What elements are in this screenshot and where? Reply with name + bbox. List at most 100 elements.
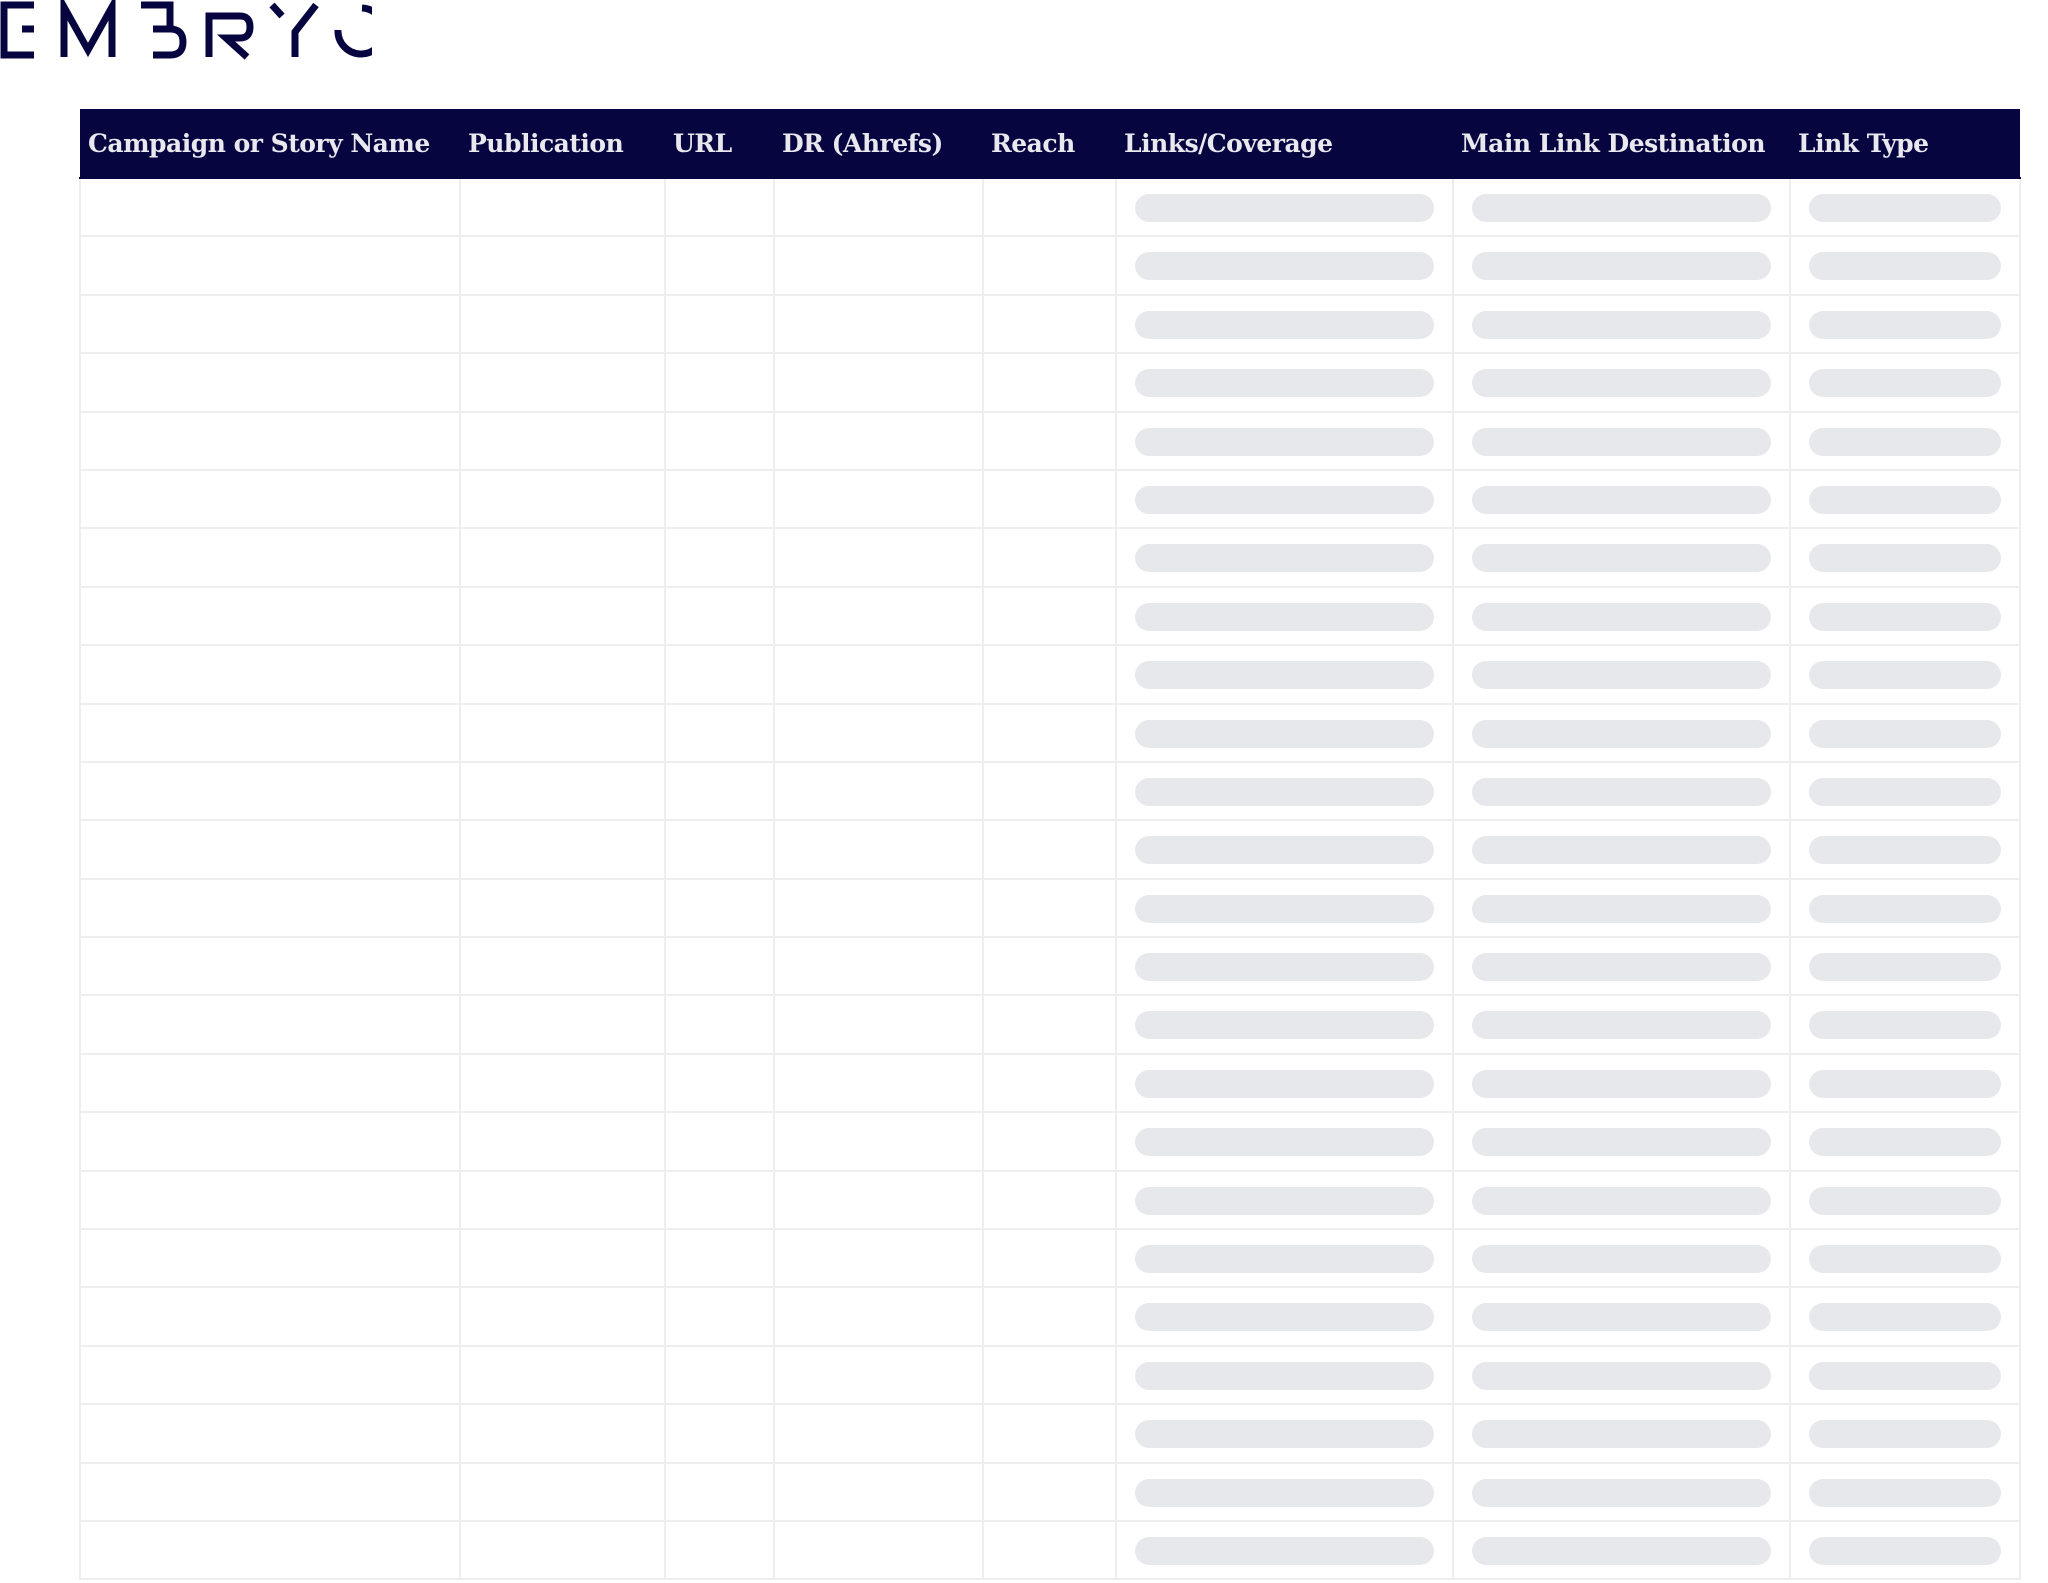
placeholder-dropdown[interactable]: [1472, 953, 1771, 982]
placeholder-dropdown[interactable]: [1472, 252, 1771, 281]
cell-reach[interactable]: [982, 235, 1117, 296]
cell-campaign[interactable]: [79, 877, 461, 939]
placeholder-dropdown[interactable]: [1472, 1478, 1771, 1507]
cell-links-coverage[interactable]: [1115, 819, 1454, 880]
cell-links-coverage[interactable]: [1115, 1344, 1454, 1406]
cell-dr-ahrefs[interactable]: [773, 585, 984, 647]
cell-main-link-destination[interactable]: [1452, 1052, 1791, 1114]
placeholder-dropdown[interactable]: [1135, 485, 1434, 514]
cell-links-coverage[interactable]: [1115, 760, 1454, 822]
placeholder-dropdown[interactable]: [1135, 719, 1434, 748]
cell-campaign[interactable]: [79, 819, 461, 880]
cell-link-type[interactable]: [1789, 760, 2021, 822]
cell-dr-ahrefs[interactable]: [773, 1403, 984, 1464]
cell-main-link-destination[interactable]: [1452, 468, 1791, 530]
cell-reach[interactable]: [982, 760, 1117, 822]
cell-link-type[interactable]: [1789, 1286, 2021, 1347]
column-header-reach[interactable]: Reach: [983, 109, 1116, 179]
cell-campaign[interactable]: [79, 176, 461, 238]
cell-links-coverage[interactable]: [1115, 936, 1454, 997]
placeholder-dropdown[interactable]: [1809, 369, 2001, 398]
placeholder-dropdown[interactable]: [1809, 1069, 2001, 1098]
cell-url[interactable]: [664, 819, 775, 880]
cell-url[interactable]: [664, 936, 775, 997]
cell-campaign[interactable]: [79, 410, 461, 471]
cell-main-link-destination[interactable]: [1452, 1461, 1791, 1522]
placeholder-dropdown[interactable]: [1135, 1069, 1434, 1098]
cell-campaign[interactable]: [79, 293, 461, 355]
cell-main-link-destination[interactable]: [1452, 176, 1791, 238]
placeholder-dropdown[interactable]: [1809, 427, 2001, 456]
cell-dr-ahrefs[interactable]: [773, 760, 984, 822]
cell-links-coverage[interactable]: [1115, 1286, 1454, 1347]
cell-reach[interactable]: [982, 1286, 1117, 1347]
cell-publication[interactable]: [459, 1111, 666, 1172]
cell-reach[interactable]: [982, 702, 1117, 763]
cell-campaign[interactable]: [79, 1111, 461, 1172]
cell-campaign[interactable]: [79, 1403, 461, 1464]
cell-reach[interactable]: [982, 819, 1117, 880]
cell-main-link-destination[interactable]: [1452, 819, 1791, 880]
cell-url[interactable]: [664, 644, 775, 705]
placeholder-dropdown[interactable]: [1809, 1303, 2001, 1332]
cell-main-link-destination[interactable]: [1452, 1403, 1791, 1464]
placeholder-dropdown[interactable]: [1472, 369, 1771, 398]
cell-publication[interactable]: [459, 819, 666, 880]
cell-campaign[interactable]: [79, 1052, 461, 1114]
cell-link-type[interactable]: [1789, 235, 2021, 296]
cell-dr-ahrefs[interactable]: [773, 1169, 984, 1231]
cell-campaign[interactable]: [79, 1344, 461, 1406]
cell-dr-ahrefs[interactable]: [773, 235, 984, 296]
cell-main-link-destination[interactable]: [1452, 1169, 1791, 1231]
column-header-link-type[interactable]: Link Type: [1790, 109, 2020, 179]
cell-publication[interactable]: [459, 410, 666, 471]
cell-dr-ahrefs[interactable]: [773, 702, 984, 763]
cell-url[interactable]: [664, 760, 775, 822]
cell-url[interactable]: [664, 1169, 775, 1231]
cell-reach[interactable]: [982, 1461, 1117, 1522]
placeholder-dropdown[interactable]: [1472, 1186, 1771, 1215]
cell-publication[interactable]: [459, 468, 666, 530]
cell-campaign[interactable]: [79, 936, 461, 997]
cell-campaign[interactable]: [79, 994, 461, 1055]
cell-url[interactable]: [664, 585, 775, 647]
cell-url[interactable]: [664, 877, 775, 939]
cell-dr-ahrefs[interactable]: [773, 176, 984, 238]
placeholder-dropdown[interactable]: [1809, 1536, 2001, 1565]
cell-campaign[interactable]: [79, 1519, 461, 1581]
placeholder-dropdown[interactable]: [1135, 1186, 1434, 1215]
placeholder-dropdown[interactable]: [1135, 427, 1434, 456]
cell-dr-ahrefs[interactable]: [773, 1519, 984, 1581]
placeholder-dropdown[interactable]: [1472, 1361, 1771, 1390]
placeholder-dropdown[interactable]: [1472, 1420, 1771, 1449]
cell-reach[interactable]: [982, 1052, 1117, 1114]
cell-publication[interactable]: [459, 702, 666, 763]
cell-publication[interactable]: [459, 293, 666, 355]
cell-campaign[interactable]: [79, 760, 461, 822]
cell-links-coverage[interactable]: [1115, 585, 1454, 647]
cell-dr-ahrefs[interactable]: [773, 1461, 984, 1522]
cell-publication[interactable]: [459, 760, 666, 822]
column-header-main-link-destination[interactable]: Main Link Destination: [1453, 109, 1790, 179]
placeholder-dropdown[interactable]: [1472, 1536, 1771, 1565]
cell-url[interactable]: [664, 527, 775, 588]
cell-links-coverage[interactable]: [1115, 1228, 1454, 1289]
placeholder-dropdown[interactable]: [1809, 836, 2001, 865]
cell-main-link-destination[interactable]: [1452, 760, 1791, 822]
cell-main-link-destination[interactable]: [1452, 1286, 1791, 1347]
placeholder-dropdown[interactable]: [1135, 1478, 1434, 1507]
placeholder-dropdown[interactable]: [1135, 1303, 1434, 1332]
cell-dr-ahrefs[interactable]: [773, 468, 984, 530]
column-header-dr-ahrefs[interactable]: DR (Ahrefs): [774, 109, 983, 179]
cell-url[interactable]: [664, 176, 775, 238]
cell-link-type[interactable]: [1789, 819, 2021, 880]
placeholder-dropdown[interactable]: [1809, 1245, 2001, 1274]
placeholder-dropdown[interactable]: [1809, 252, 2001, 281]
cell-main-link-destination[interactable]: [1452, 352, 1791, 413]
placeholder-dropdown[interactable]: [1472, 1128, 1771, 1157]
cell-reach[interactable]: [982, 1344, 1117, 1406]
cell-url[interactable]: [664, 352, 775, 413]
cell-publication[interactable]: [459, 1052, 666, 1114]
cell-campaign[interactable]: [79, 352, 461, 413]
cell-main-link-destination[interactable]: [1452, 235, 1791, 296]
